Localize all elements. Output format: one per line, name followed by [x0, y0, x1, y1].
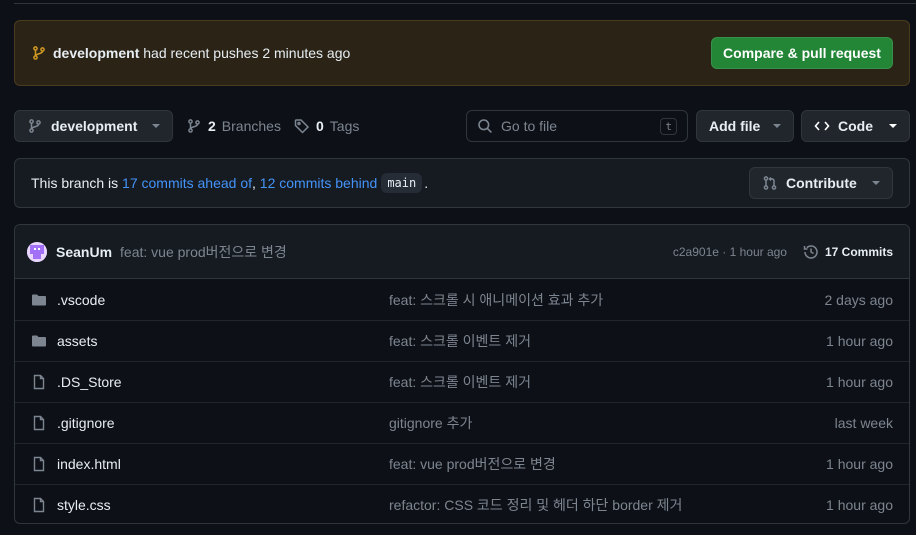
file-row[interactable]: .gitignore gitignore 추가 last week	[15, 402, 909, 443]
history-icon	[803, 244, 819, 260]
compare-suffix: .	[424, 175, 429, 191]
commit-author[interactable]: SeanUm	[56, 244, 112, 260]
chevron-down-icon	[773, 124, 781, 128]
file-name-link[interactable]: assets	[57, 333, 389, 349]
tags-count: 0	[316, 118, 324, 134]
add-file-button[interactable]: Add file	[696, 110, 794, 142]
base-branch-chip: main	[381, 173, 423, 193]
file-commit-message[interactable]: refactor: CSS 코드 정리 및 헤더 하단 border 제거	[389, 495, 682, 515]
file-commit-message[interactable]: feat: vue prod버전으로 변경	[389, 454, 556, 474]
file-list: SeanUm feat: vue prod버전으로 변경 c2a901e · 1…	[14, 224, 910, 524]
branch-selector-label: development	[51, 118, 138, 134]
branch-selector-button[interactable]: development	[14, 110, 173, 142]
file-commit-message[interactable]: feat: 스크롤 시 애니메이션 효과 추가	[389, 290, 603, 310]
file-row[interactable]: index.html feat: vue prod버전으로 변경 1 hour ag…	[15, 443, 909, 484]
file-commit-message[interactable]: feat: 스크롤 이벤트 제거	[389, 331, 531, 351]
git-pull-request-icon	[762, 175, 778, 191]
file-row[interactable]: .DS_Store feat: 스크롤 이벤트 제거 1 hour ago	[15, 361, 909, 402]
commits-history-link[interactable]: 17 Commits	[803, 244, 893, 260]
contribute-button[interactable]: Contribute	[749, 167, 893, 199]
compare-prefix: This branch is	[31, 175, 119, 191]
search-icon	[477, 118, 493, 134]
git-branch-icon	[31, 45, 47, 61]
recent-pushes-banner: development had recent pushes 2 minutes …	[14, 20, 910, 86]
banner-branch-name[interactable]: development	[53, 45, 139, 61]
file-name-link[interactable]: .gitignore	[57, 415, 389, 431]
chevron-down-icon	[152, 124, 160, 128]
git-branch-icon	[27, 118, 43, 134]
folder-icon	[31, 333, 57, 349]
top-divider	[14, 3, 916, 4]
branch-compare-box: This branch is 17 commits ahead of, 12 c…	[14, 158, 910, 208]
file-commit-time: 1 hour ago	[826, 374, 893, 390]
file-commit-time: 1 hour ago	[826, 456, 893, 472]
file-name-link[interactable]: index.html	[57, 456, 389, 472]
file-name-link[interactable]: style.css	[57, 497, 389, 513]
file-commit-time: 1 hour ago	[826, 333, 893, 349]
folder-icon	[31, 292, 57, 308]
code-button[interactable]: Code	[801, 110, 910, 142]
tags-label: Tags	[329, 118, 360, 134]
tag-icon	[294, 118, 310, 134]
search-shortcut-key: t	[660, 117, 677, 135]
chevron-down-icon	[889, 124, 897, 128]
banner-message: had recent pushes 2 minutes ago	[143, 45, 351, 61]
code-icon	[814, 118, 830, 134]
go-to-file-placeholder: Go to file	[501, 118, 558, 134]
add-file-label: Add file	[709, 118, 761, 134]
chevron-down-icon	[872, 181, 880, 185]
go-to-file-input[interactable]: Go to file t	[466, 110, 688, 142]
commit-sha-time[interactable]: c2a901e · 1 hour ago	[673, 245, 787, 259]
file-icon	[31, 374, 57, 390]
avatar[interactable]	[27, 241, 47, 262]
file-icon	[31, 497, 57, 513]
file-name-link[interactable]: .vscode	[57, 292, 389, 308]
banner-text: development had recent pushes 2 minutes …	[53, 45, 350, 61]
latest-commit-bar: SeanUm feat: vue prod버전으로 변경 c2a901e · 1…	[15, 225, 909, 279]
file-commit-time: last week	[834, 415, 893, 431]
file-row[interactable]: assets feat: 스크롤 이벤트 제거 1 hour ago	[15, 320, 909, 361]
branches-label: Branches	[221, 118, 281, 134]
branches-count: 2	[208, 118, 216, 134]
commits-count-label: 17 Commits	[824, 244, 893, 259]
file-commit-time: 1 hour ago	[826, 497, 893, 513]
commits-ahead-link[interactable]: 17 commits ahead of	[122, 175, 252, 191]
code-label: Code	[838, 118, 873, 134]
file-icon	[31, 456, 57, 472]
contribute-label: Contribute	[786, 175, 857, 191]
file-commit-message[interactable]: gitignore 추가	[389, 413, 472, 433]
file-icon	[31, 415, 57, 431]
file-row[interactable]: style.css refactor: CSS 코드 정리 및 헤더 하단 bor…	[15, 484, 909, 523]
commit-message[interactable]: feat: vue prod버전으로 변경	[120, 242, 287, 262]
file-commit-message[interactable]: feat: 스크롤 이벤트 제거	[389, 372, 531, 392]
branches-link[interactable]: 2 Branches	[186, 110, 281, 142]
commits-behind-link[interactable]: 12 commits behind	[260, 175, 378, 191]
compare-separator: ,	[252, 175, 256, 191]
compare-pull-request-button[interactable]: Compare & pull request	[711, 37, 893, 69]
file-name-link[interactable]: .DS_Store	[57, 374, 389, 390]
git-branch-icon	[186, 118, 202, 134]
tags-link[interactable]: 0 Tags	[294, 110, 359, 142]
file-row[interactable]: .vscode feat: 스크롤 시 애니메이션 효과 추가 2 days ago	[15, 279, 909, 320]
file-commit-time: 2 days ago	[824, 291, 894, 308]
